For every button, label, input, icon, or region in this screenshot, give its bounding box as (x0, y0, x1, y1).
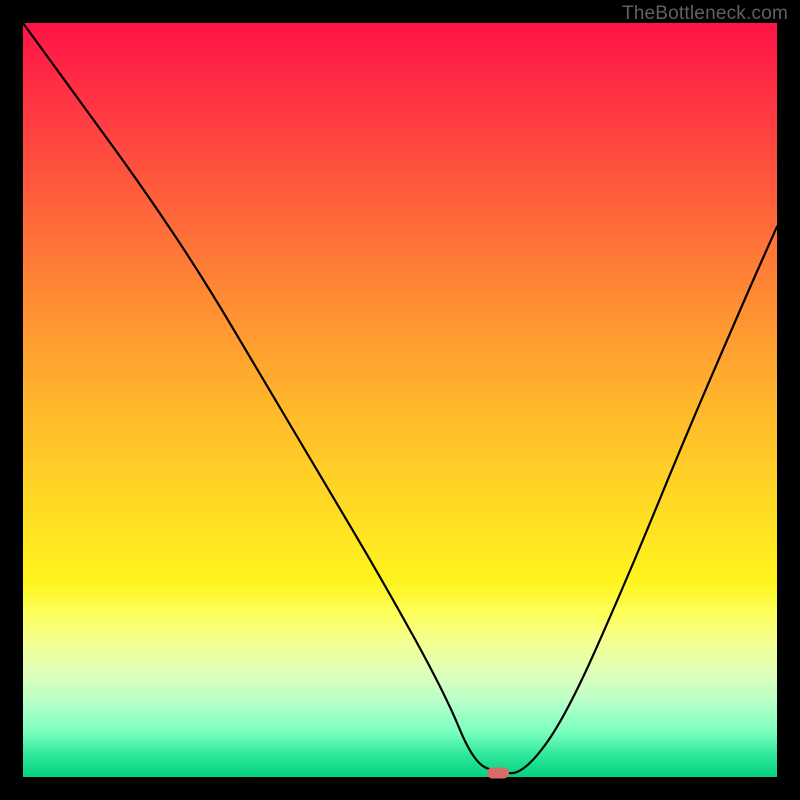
plot-area (23, 23, 777, 777)
optimum-marker (487, 768, 509, 779)
bottleneck-chart: TheBottleneck.com (0, 0, 800, 800)
curve-layer (23, 23, 777, 777)
watermark-text: TheBottleneck.com (622, 3, 788, 25)
bottleneck-curve (23, 23, 777, 773)
